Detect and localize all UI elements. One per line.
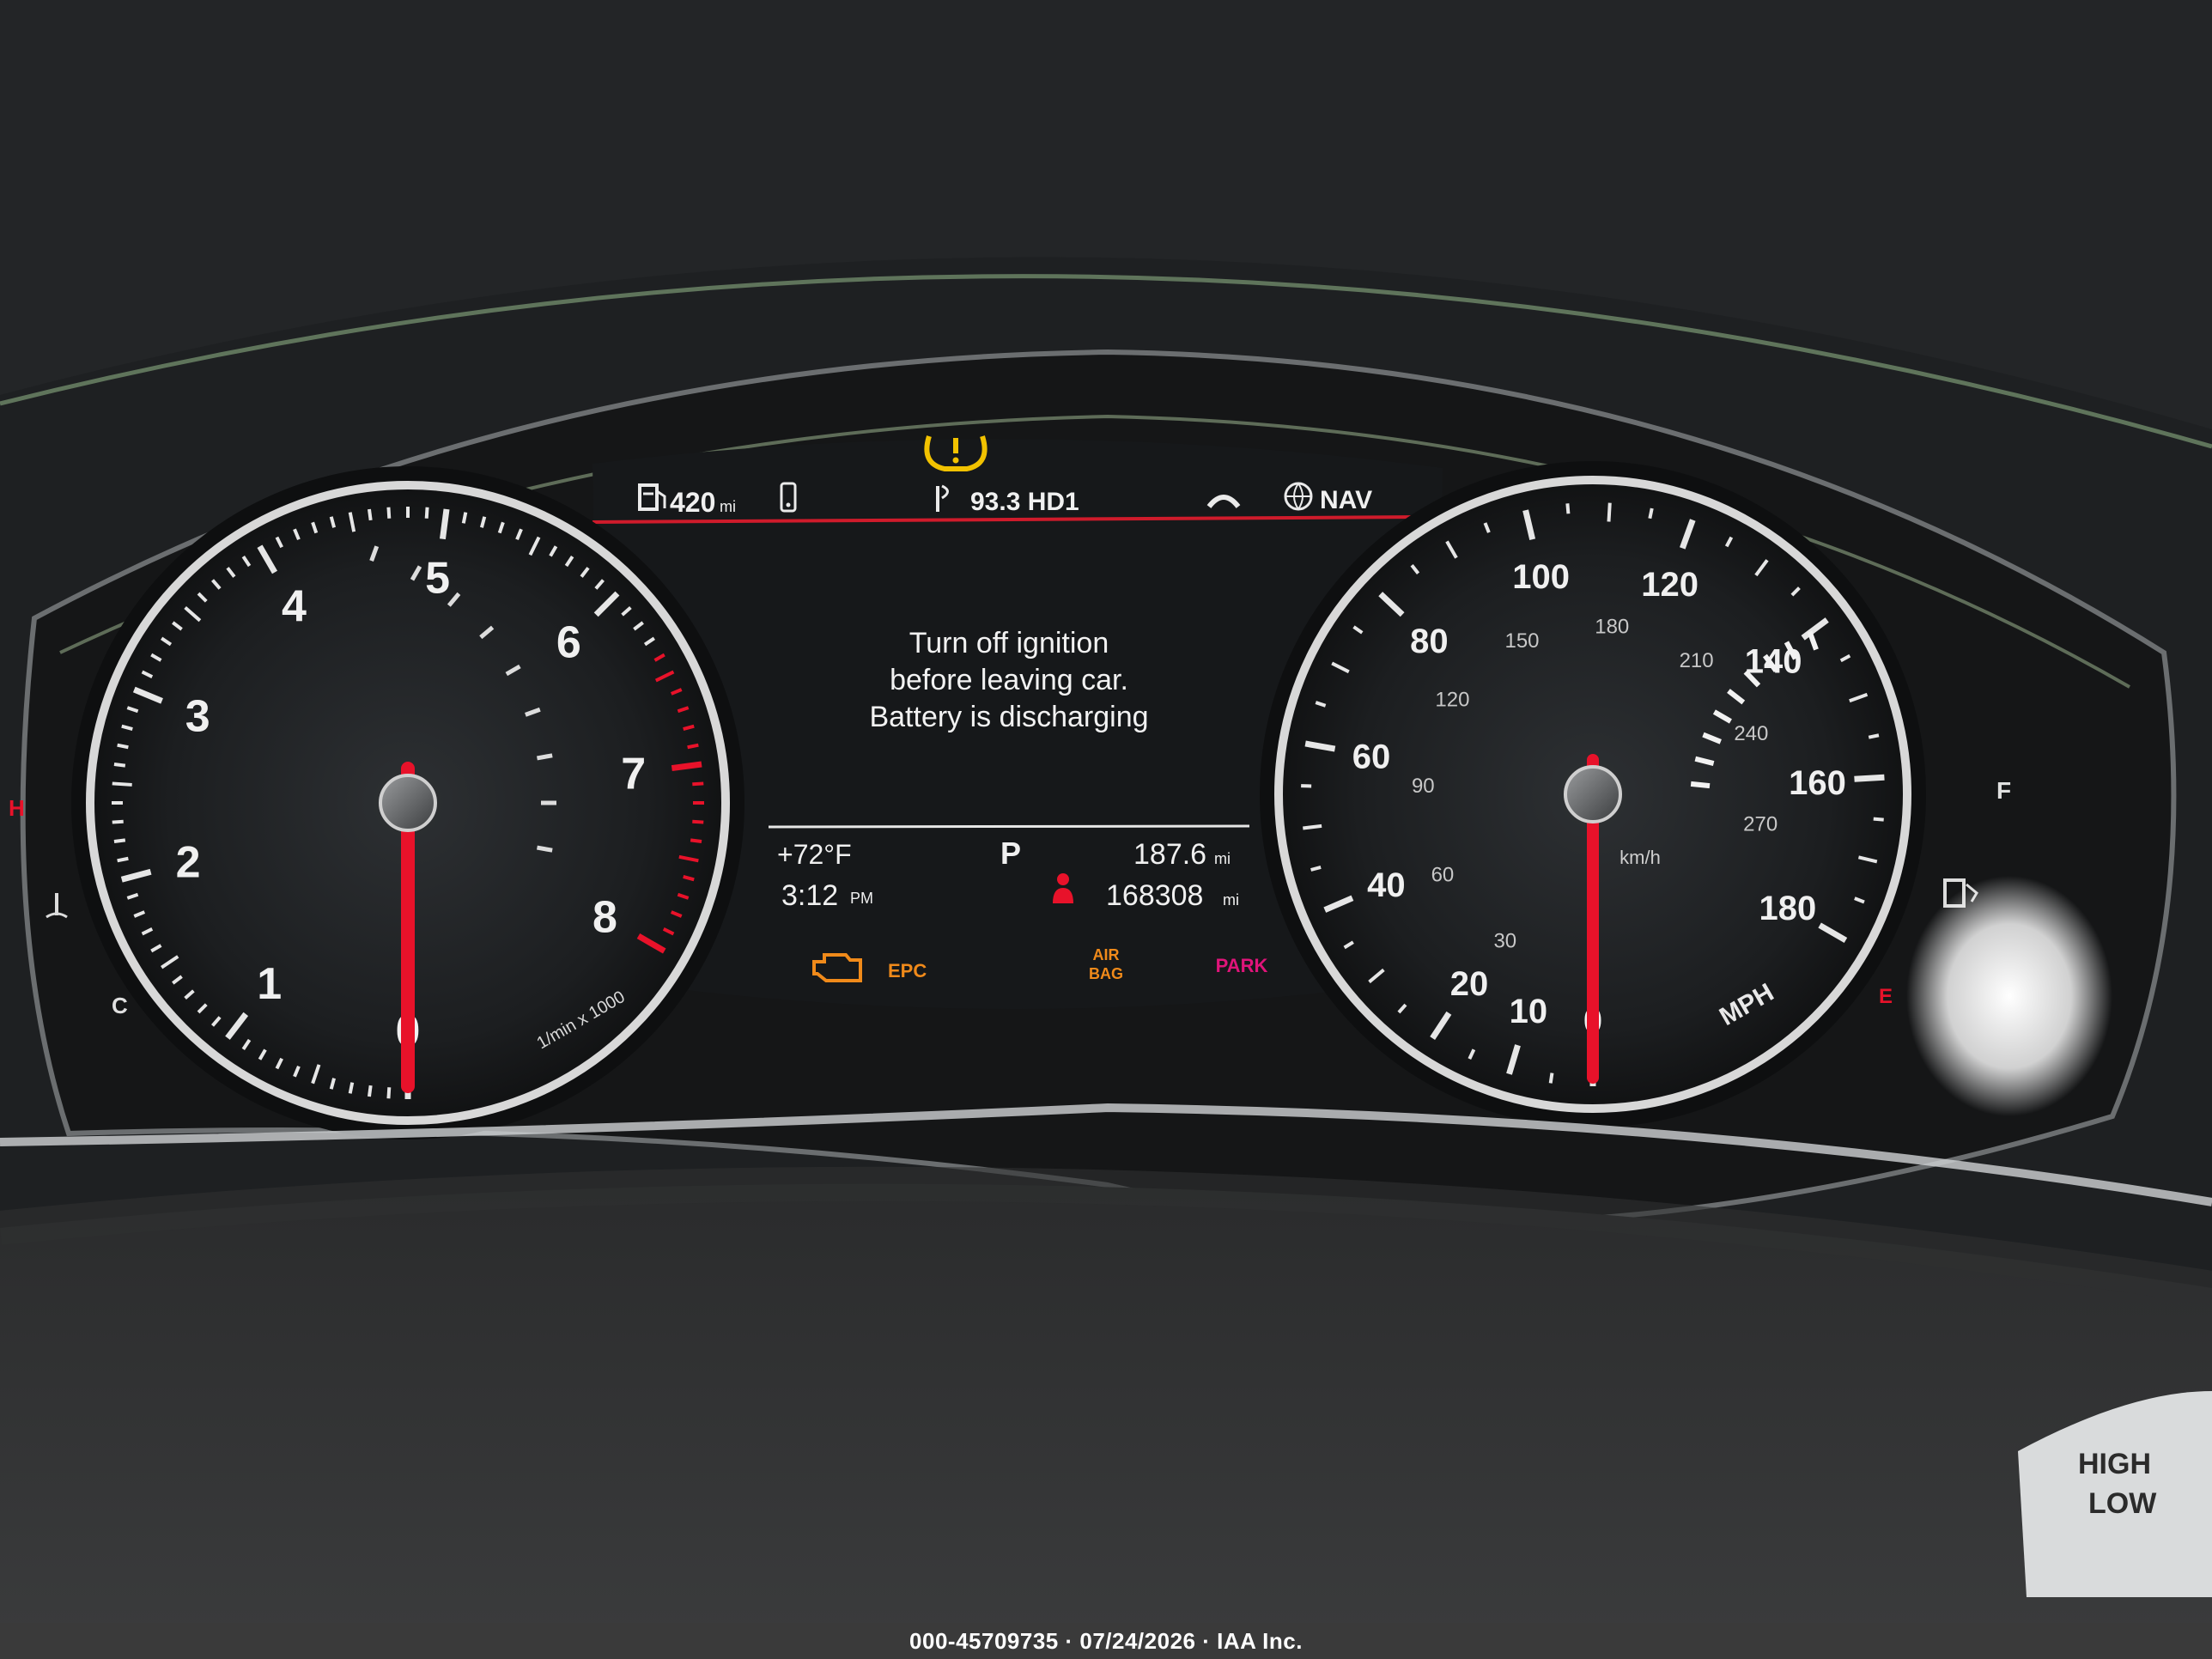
tachometer-label: 8 — [592, 893, 617, 943]
tachometer-tick — [348, 1082, 355, 1094]
tachometer-tick — [367, 1085, 373, 1097]
tachometer-tick — [117, 743, 129, 750]
speedometer-tick — [1648, 507, 1654, 520]
trip-unit: mi — [1214, 850, 1231, 867]
message-line-1: Turn off ignition — [909, 627, 1109, 659]
range-value: 420 — [670, 487, 715, 518]
tachometer-tick — [386, 507, 392, 519]
tachometer-tick — [671, 761, 702, 772]
tachometer-tick — [386, 1087, 392, 1099]
speedometer-mph-label: 60 — [1352, 738, 1391, 776]
speedometer-mph-label: 180 — [1759, 890, 1817, 927]
speedometer-mph-label: 160 — [1789, 764, 1846, 802]
clock-suffix: PM — [850, 890, 873, 907]
speedometer-tick — [1303, 823, 1322, 830]
speedometer-mph-label: 120 — [1641, 566, 1698, 604]
odometer: 168308 — [1106, 879, 1203, 912]
instrument-cluster-photo: 420 mi 93.3 HD1 NAV Turn off ignition be… — [0, 0, 2212, 1659]
tachometer-tick — [461, 512, 468, 524]
stalk-high-label: HIGH — [2078, 1448, 2151, 1480]
park-brake-warning: PARK — [1216, 955, 1268, 976]
outside-temperature: +72°F — [777, 839, 852, 870]
fuel-gauge-tick — [1690, 781, 1711, 789]
range-unit: mi — [720, 498, 736, 515]
temp-cold-label: C — [112, 993, 128, 1018]
epc-warning: EPC — [888, 960, 927, 981]
speedometer-mph-label: 80 — [1410, 623, 1449, 660]
tachometer-tick — [367, 508, 373, 521]
speedometer-kmh-label: 60 — [1431, 863, 1455, 886]
temp-gauge-tick — [537, 845, 553, 853]
tachometer-label: 2 — [176, 838, 201, 888]
tachometer-tick — [113, 838, 126, 844]
speedometer-mph-label: 20 — [1450, 965, 1489, 1003]
speedometer-mph-label: 140 — [1745, 643, 1802, 681]
speedometer-kmh-label: 270 — [1743, 812, 1778, 836]
display-bottom-divider — [768, 824, 1250, 829]
tachometer-label: 4 — [282, 582, 307, 632]
speedometer-tick — [1607, 502, 1612, 522]
speedometer-tick — [1868, 733, 1880, 739]
airbag-warning-line-2: BAG — [1089, 965, 1123, 982]
temp-hot-label: H — [9, 795, 25, 821]
tachometer-tick — [112, 781, 132, 787]
tachometer-hub — [379, 774, 437, 832]
speedometer-tick — [1548, 1073, 1554, 1084]
speedometer-hub — [1564, 765, 1622, 823]
radio-station: 93.3 HD1 — [970, 488, 1079, 516]
message-line-3: Battery is discharging — [869, 701, 1148, 733]
fuel-empty-label: E — [1879, 985, 1893, 1008]
speedometer: 01020406080100120140160180 3060901201501… — [1260, 461, 1926, 1127]
tachometer-label: 7 — [621, 749, 646, 799]
speedometer-mph-label: 10 — [1510, 993, 1548, 1030]
clock-time: 3:12 — [781, 879, 838, 912]
speedometer-kmh-label: 180 — [1595, 615, 1629, 638]
tachometer-tick — [692, 781, 704, 787]
kmh-unit: km/h — [1620, 847, 1661, 868]
tachometer-tick — [439, 508, 450, 540]
tachometer-label: 5 — [425, 553, 450, 603]
speedometer-tick — [1854, 774, 1885, 782]
tachometer-tick — [424, 507, 429, 519]
odometer-unit: mi — [1223, 891, 1239, 908]
tachometer-label: 1 — [257, 959, 282, 1009]
stalk-low-label: LOW — [2088, 1487, 2157, 1520]
tachometer-label: 3 — [185, 692, 210, 742]
speedometer-kmh-label: 120 — [1435, 688, 1469, 711]
speedometer-kmh-label: 30 — [1493, 930, 1516, 953]
tachometer-tick — [687, 743, 699, 750]
tachometer: 012345678 1/min x 1000 — [71, 466, 744, 1139]
fuel-full-label: F — [1996, 777, 2011, 804]
speedometer-tick — [1565, 503, 1571, 514]
tachometer-tick — [117, 856, 129, 863]
tachometer-tick — [112, 819, 124, 824]
gear-indicator: P — [1000, 836, 1021, 871]
speedometer-kmh-label: 210 — [1680, 649, 1714, 672]
trip-distance: 187.6 — [1133, 838, 1206, 871]
temp-gauge-tick — [537, 753, 553, 761]
tachometer-tick — [113, 762, 126, 768]
glare-reflection — [1906, 876, 2112, 1116]
footer-watermark: 000-45709735 · 07/24/2026 · IAA Inc. — [0, 1623, 2212, 1659]
tachometer-tick — [692, 819, 704, 824]
tachometer-tick — [690, 838, 702, 844]
speedometer-tick — [1873, 817, 1884, 822]
speedometer-kmh-label: 90 — [1412, 775, 1435, 798]
message-line-2: before leaving car. — [890, 664, 1128, 696]
speedometer-mph-label: 100 — [1512, 558, 1570, 596]
speedometer-mph-label: 40 — [1367, 866, 1406, 904]
tachometer-label: 6 — [556, 618, 581, 668]
speedometer-kmh-label: 240 — [1734, 722, 1768, 745]
nav-label: NAV — [1320, 486, 1372, 514]
speedometer-kmh-label: 150 — [1504, 629, 1539, 653]
airbag-warning-line-1: AIR — [1093, 946, 1120, 963]
